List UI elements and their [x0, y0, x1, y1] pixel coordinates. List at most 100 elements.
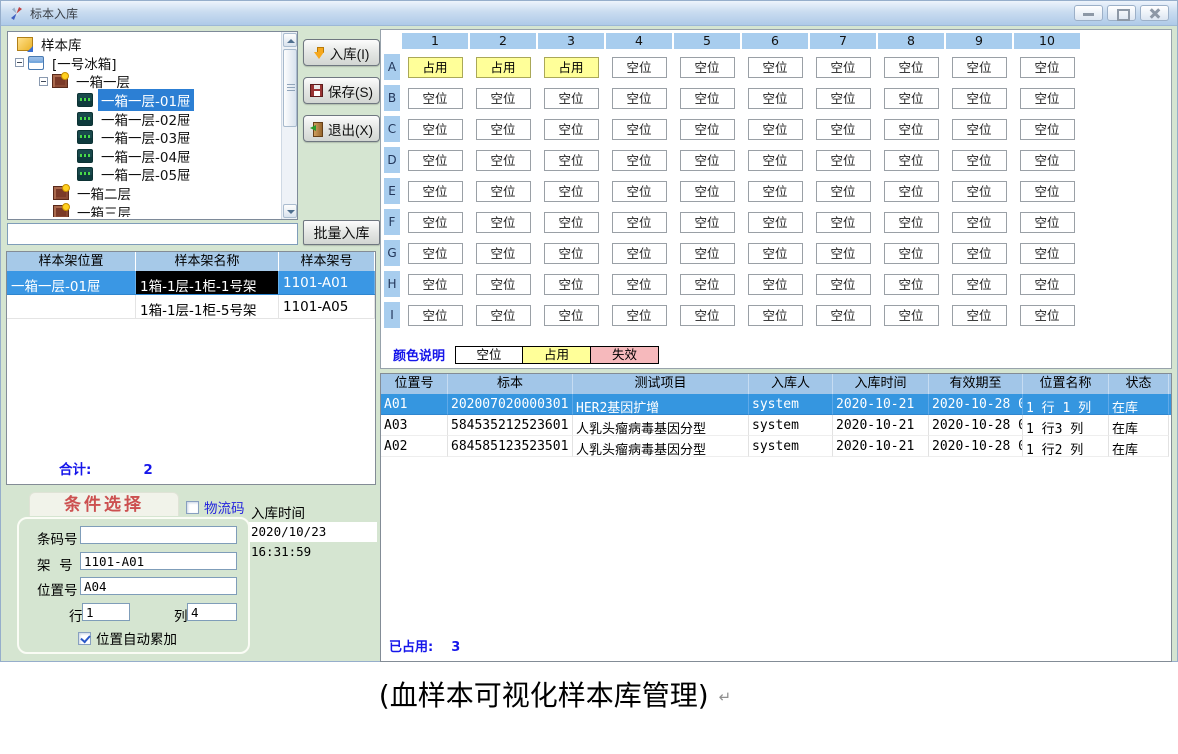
- slot-empty[interactable]: 空位: [612, 150, 667, 171]
- slot-empty[interactable]: 空位: [476, 150, 531, 171]
- slot-empty[interactable]: 空位: [1020, 150, 1075, 171]
- slot-empty[interactable]: 空位: [408, 212, 463, 233]
- collapse-icon[interactable]: [39, 77, 48, 86]
- batch-stock-in-button[interactable]: 批量入库: [303, 220, 380, 245]
- slot-empty[interactable]: 空位: [748, 243, 803, 264]
- slot-empty[interactable]: 空位: [884, 119, 939, 140]
- slot-empty[interactable]: 空位: [952, 181, 1007, 202]
- tree-item[interactable]: 一箱二层: [11, 184, 279, 203]
- slot-empty[interactable]: 空位: [884, 212, 939, 233]
- slot-empty[interactable]: 空位: [816, 88, 871, 109]
- slot-empty[interactable]: 空位: [816, 243, 871, 264]
- slot-occupied[interactable]: 占用: [476, 57, 531, 78]
- slot-empty[interactable]: 空位: [612, 119, 667, 140]
- sample-column-header[interactable]: 有效期至: [929, 374, 1023, 394]
- sample-column-header[interactable]: 测试项目: [573, 374, 749, 394]
- slot-empty[interactable]: 空位: [544, 274, 599, 295]
- slot-empty[interactable]: 空位: [816, 181, 871, 202]
- slot-empty[interactable]: 空位: [612, 181, 667, 202]
- slot-empty[interactable]: 空位: [612, 57, 667, 78]
- slot-empty[interactable]: 空位: [612, 243, 667, 264]
- slot-empty[interactable]: 空位: [544, 150, 599, 171]
- position-no-input[interactable]: [80, 577, 237, 595]
- sample-column-header[interactable]: 标本: [448, 374, 573, 394]
- slot-empty[interactable]: 空位: [952, 243, 1007, 264]
- slot-empty[interactable]: 空位: [952, 305, 1007, 326]
- scroll-thumb[interactable]: [283, 49, 297, 127]
- sample-column-header[interactable]: 入库时间: [833, 374, 929, 394]
- slot-empty[interactable]: 空位: [612, 305, 667, 326]
- slot-empty[interactable]: 空位: [816, 150, 871, 171]
- slot-empty[interactable]: 空位: [408, 150, 463, 171]
- slot-empty[interactable]: 空位: [680, 274, 735, 295]
- rack-table-row[interactable]: 1箱-1层-1柜-5号架1101-A05: [7, 295, 375, 319]
- rack-column-header[interactable]: 样本架名称: [136, 252, 279, 271]
- sample-column-header[interactable]: 入库人: [749, 374, 833, 394]
- slot-empty[interactable]: 空位: [816, 212, 871, 233]
- slot-empty[interactable]: 空位: [748, 181, 803, 202]
- slot-empty[interactable]: 空位: [816, 119, 871, 140]
- minimize-button[interactable]: [1074, 5, 1103, 21]
- rack-column-header[interactable]: 样本架号: [279, 252, 375, 271]
- slot-empty[interactable]: 空位: [884, 274, 939, 295]
- slot-empty[interactable]: 空位: [612, 88, 667, 109]
- slot-empty[interactable]: 空位: [680, 150, 735, 171]
- rack-column-header[interactable]: 样本架位置: [7, 252, 136, 271]
- tree-root[interactable]: 样本库: [11, 35, 279, 54]
- logistics-code-checkbox[interactable]: 物流码: [186, 497, 245, 517]
- slot-empty[interactable]: 空位: [816, 274, 871, 295]
- slot-empty[interactable]: 空位: [816, 305, 871, 326]
- slot-empty[interactable]: 空位: [1020, 119, 1075, 140]
- tree-item[interactable]: 一箱一层: [11, 72, 279, 91]
- slot-empty[interactable]: 空位: [1020, 274, 1075, 295]
- slot-empty[interactable]: 空位: [476, 88, 531, 109]
- sample-table-row[interactable]: A01202007020000301HER2基因扩增system2020-10-…: [381, 394, 1171, 415]
- slot-empty[interactable]: 空位: [952, 88, 1007, 109]
- slot-empty[interactable]: 空位: [612, 274, 667, 295]
- tab-condition-select[interactable]: 条件选择: [29, 492, 179, 516]
- checkbox-unchecked-icon[interactable]: [186, 501, 199, 514]
- tree-item[interactable]: 一箱一层-04屉: [11, 147, 279, 166]
- slot-empty[interactable]: 空位: [748, 212, 803, 233]
- slot-empty[interactable]: 空位: [748, 274, 803, 295]
- tree-item[interactable]: [一号冰箱]: [11, 54, 279, 73]
- slot-empty[interactable]: 空位: [1020, 305, 1075, 326]
- slot-empty[interactable]: 空位: [748, 305, 803, 326]
- slot-empty[interactable]: 空位: [408, 119, 463, 140]
- slot-empty[interactable]: 空位: [408, 243, 463, 264]
- sample-table-row[interactable]: A02684585123523501人乳头瘤病毒基因分型system2020-1…: [381, 436, 1171, 457]
- slot-empty[interactable]: 空位: [476, 305, 531, 326]
- slot-empty[interactable]: 空位: [884, 181, 939, 202]
- slot-empty[interactable]: 空位: [408, 274, 463, 295]
- slot-empty[interactable]: 空位: [476, 181, 531, 202]
- slot-empty[interactable]: 空位: [952, 274, 1007, 295]
- slot-empty[interactable]: 空位: [680, 305, 735, 326]
- slot-empty[interactable]: 空位: [884, 150, 939, 171]
- stock-in-button[interactable]: 入库(I): [303, 39, 380, 66]
- slot-empty[interactable]: 空位: [952, 212, 1007, 233]
- slot-empty[interactable]: 空位: [952, 119, 1007, 140]
- slot-empty[interactable]: 空位: [680, 212, 735, 233]
- slot-empty[interactable]: 空位: [476, 212, 531, 233]
- slot-empty[interactable]: 空位: [544, 181, 599, 202]
- slot-empty[interactable]: 空位: [680, 119, 735, 140]
- slot-empty[interactable]: 空位: [884, 57, 939, 78]
- tree-item[interactable]: 一箱一层-01屉: [11, 91, 279, 110]
- slot-empty[interactable]: 空位: [884, 243, 939, 264]
- slot-empty[interactable]: 空位: [408, 305, 463, 326]
- slot-empty[interactable]: 空位: [680, 57, 735, 78]
- slot-empty[interactable]: 空位: [544, 119, 599, 140]
- checkbox-checked-icon[interactable]: [78, 632, 91, 645]
- slot-empty[interactable]: 空位: [1020, 88, 1075, 109]
- sample-column-header[interactable]: 位置号: [381, 374, 448, 394]
- slot-empty[interactable]: 空位: [1020, 181, 1075, 202]
- slot-empty[interactable]: 空位: [544, 305, 599, 326]
- slot-empty[interactable]: 空位: [884, 88, 939, 109]
- slot-empty[interactable]: 空位: [1020, 212, 1075, 233]
- slot-empty[interactable]: 空位: [1020, 57, 1075, 78]
- slot-empty[interactable]: 空位: [748, 57, 803, 78]
- slot-empty[interactable]: 空位: [952, 57, 1007, 78]
- col-input[interactable]: [187, 603, 237, 621]
- slot-empty[interactable]: 空位: [476, 274, 531, 295]
- tree-item[interactable]: 一箱一层-03屉: [11, 128, 279, 147]
